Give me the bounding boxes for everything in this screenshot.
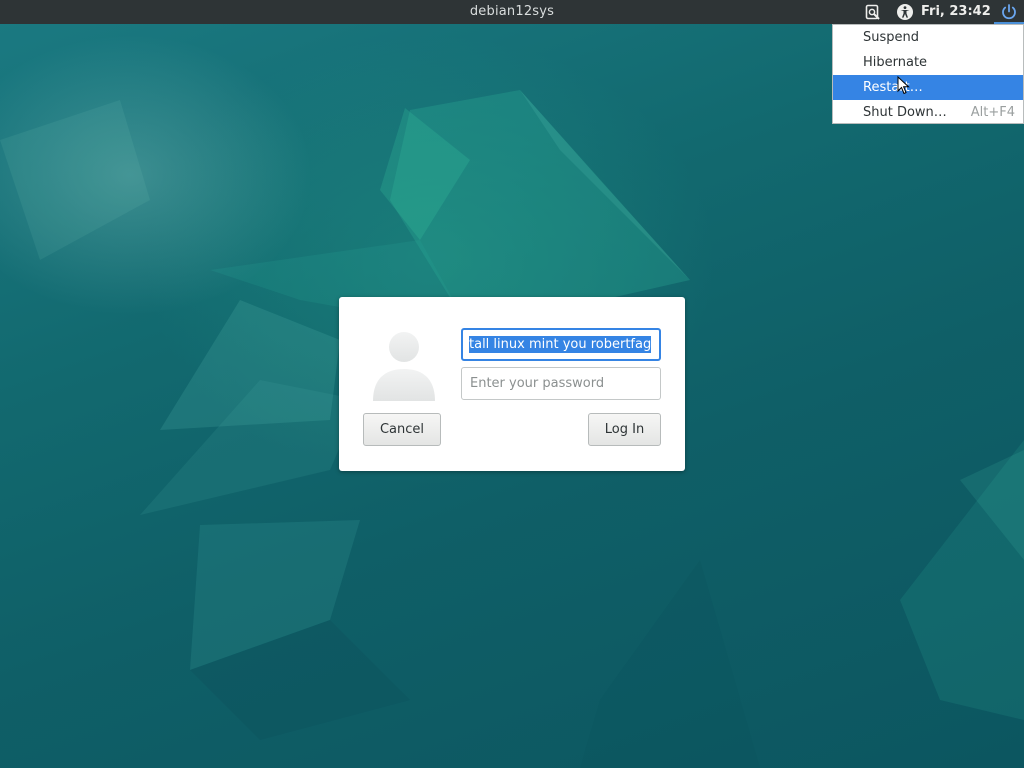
- cancel-button[interactable]: Cancel: [363, 413, 441, 446]
- power-menu: Suspend Hibernate Restart… Shut Down… Al…: [832, 24, 1024, 124]
- username-field[interactable]: tall linux mint you robertfag: [461, 328, 661, 361]
- username-selected-text: tall linux mint you robertfag: [469, 336, 652, 353]
- menu-item-hibernate[interactable]: Hibernate: [833, 50, 1023, 75]
- power-indicator[interactable]: [994, 0, 1024, 24]
- login-dialog: tall linux mint you robertfag Cancel Log…: [339, 297, 685, 471]
- power-icon: [1000, 3, 1018, 21]
- menu-item-suspend[interactable]: Suspend: [833, 25, 1023, 50]
- password-field[interactable]: [461, 367, 661, 400]
- orca-screen-reader-icon[interactable]: [864, 3, 882, 21]
- accessibility-icon[interactable]: [896, 3, 914, 21]
- menu-item-restart[interactable]: Restart…: [833, 75, 1023, 100]
- user-avatar-icon: [369, 327, 439, 403]
- clock-label[interactable]: Fri, 23:42: [921, 0, 991, 24]
- mouse-pointer-icon: [897, 75, 911, 96]
- log-in-button[interactable]: Log In: [588, 413, 661, 446]
- top-panel: debian12sys Fri, 23:42: [0, 0, 1024, 24]
- menu-item-label: Hibernate: [863, 55, 928, 70]
- menu-item-label: Shut Down…: [863, 105, 947, 120]
- menu-item-shut-down[interactable]: Shut Down… Alt+F4: [833, 100, 1023, 125]
- menu-item-label: Restart…: [863, 80, 923, 95]
- menu-item-label: Suspend: [863, 30, 920, 45]
- shut-down-accelerator: Alt+F4: [970, 105, 1015, 120]
